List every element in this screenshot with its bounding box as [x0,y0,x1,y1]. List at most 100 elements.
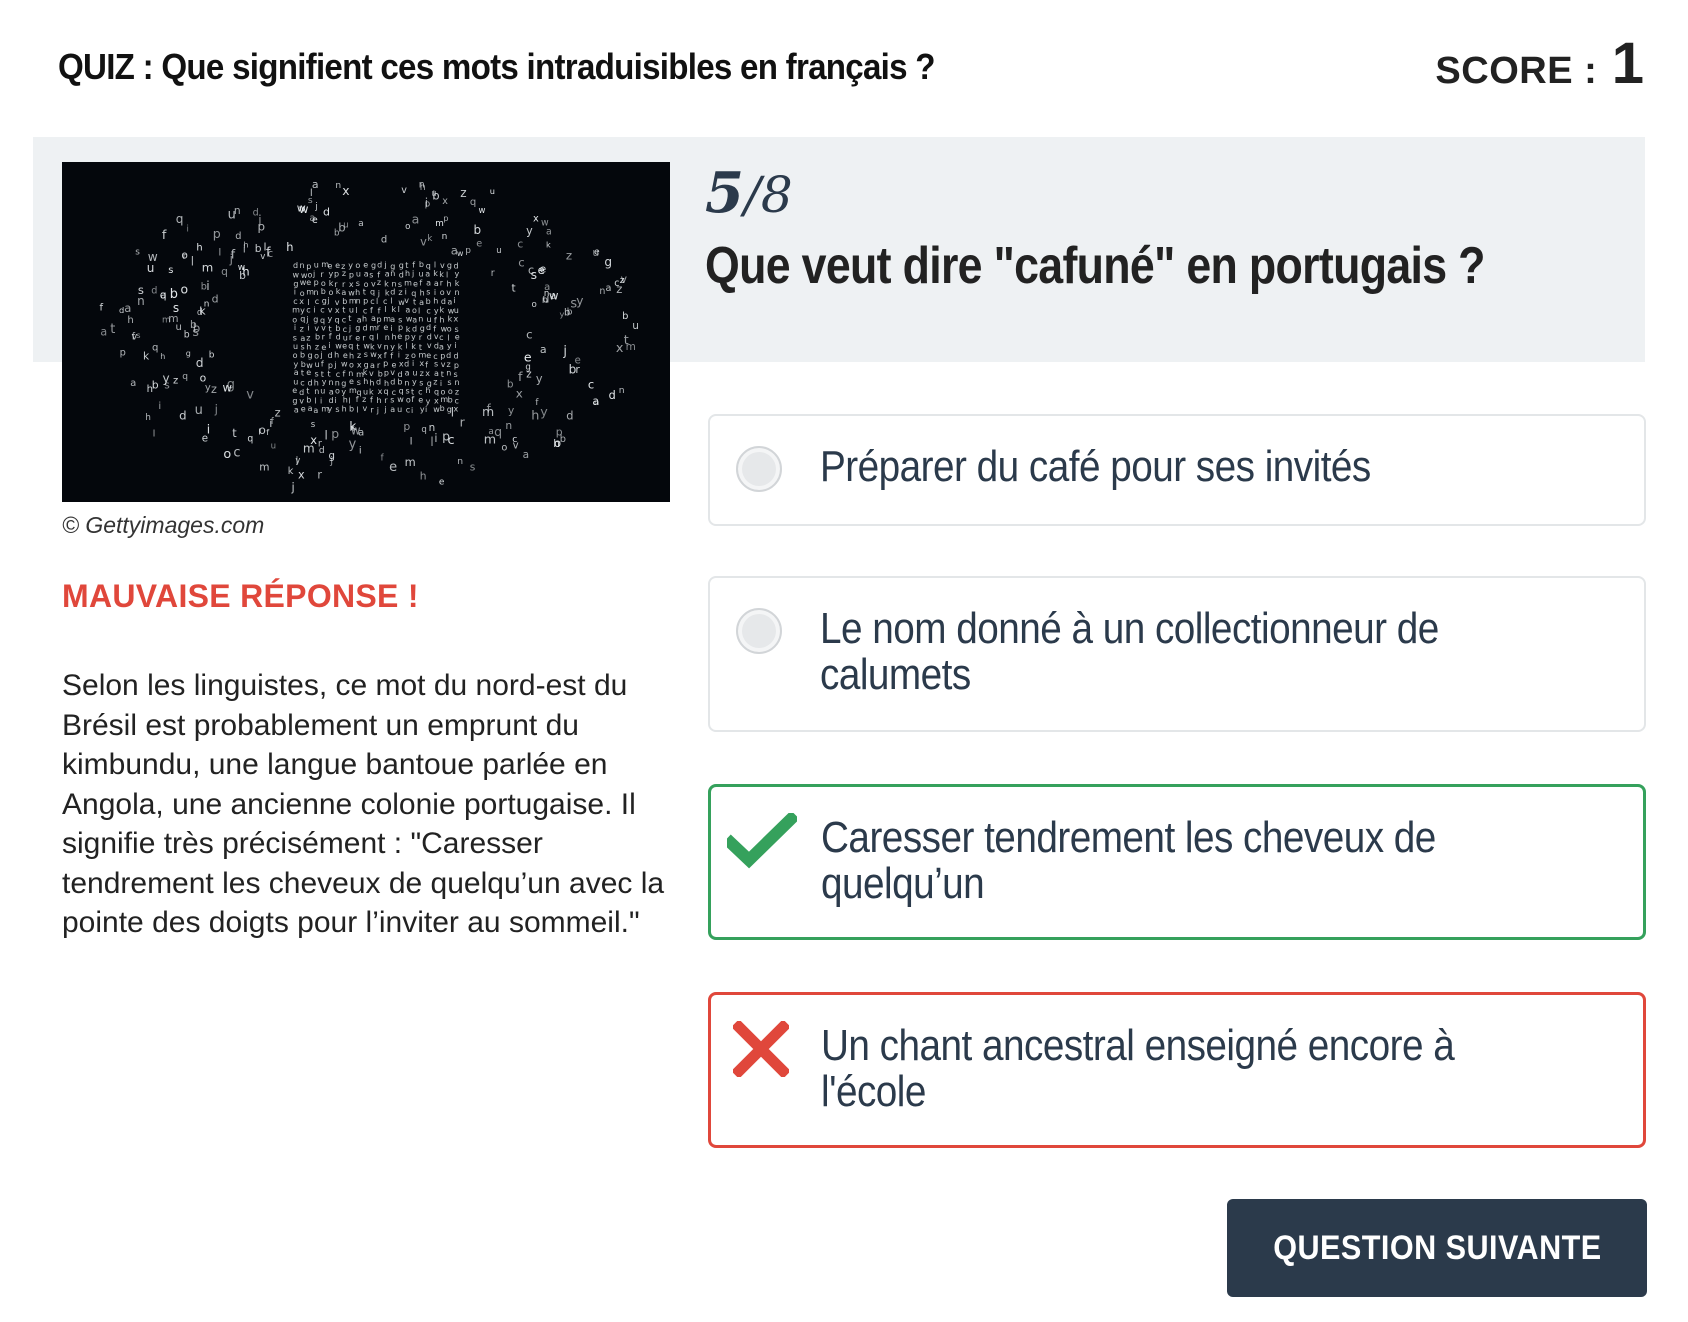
svg-text:c: c [320,306,324,315]
svg-text:i: i [454,296,456,305]
svg-text:p: p [334,270,339,279]
svg-text:v: v [377,341,382,350]
answer-option-3[interactable]: Caresser tendrement les cheveux de quelq… [708,784,1646,940]
svg-text:h: h [420,182,426,193]
svg-text:f: f [356,395,359,404]
svg-text:l: l [153,430,156,440]
answer-option-2[interactable]: Le nom donné à un collectionneur de calu… [708,576,1646,732]
svg-text:b: b [300,351,305,360]
svg-text:e: e [301,404,306,413]
svg-text:p: p [349,271,354,280]
svg-text:b: b [255,242,262,255]
svg-text:a: a [100,326,107,339]
svg-text:n: n [594,397,599,407]
svg-text:x: x [310,433,317,447]
svg-text:x: x [298,468,305,481]
svg-text:p: p [405,333,410,342]
svg-text:f: f [378,306,381,315]
svg-text:g: g [420,324,425,333]
svg-text:p: p [454,361,459,370]
svg-text:s: s [135,247,140,257]
svg-text:h: h [369,379,374,388]
svg-text:p: p [465,246,471,256]
svg-text:e: e [540,263,547,276]
svg-text:t: t [342,306,345,315]
svg-text:g: g [313,315,318,324]
image-credit: © Gettyimages.com [62,512,265,538]
svg-text:m: m [405,455,416,469]
answer-option-1[interactable]: Préparer du café pour ses invités [708,414,1646,526]
svg-text:x: x [425,369,430,378]
svg-text:d: d [196,356,204,370]
svg-text:m: m [259,461,269,473]
svg-text:z: z [275,406,281,420]
svg-text:d: d [253,207,259,218]
svg-text:b: b [448,395,453,404]
svg-text:o: o [412,306,417,315]
svg-text:a: a [606,283,612,294]
svg-text:m: m [419,350,427,359]
svg-text:y: y [322,377,327,386]
svg-text:b: b [419,260,424,269]
svg-text:c: c [426,307,430,316]
svg-text:i: i [308,323,310,332]
svg-text:m: m [404,279,412,288]
svg-text:s: s [406,386,410,395]
svg-text:p: p [384,368,389,377]
svg-text:f: f [412,260,415,269]
svg-text:v: v [441,360,446,369]
svg-text:o: o [440,288,445,297]
question-current: 5 [705,160,744,226]
svg-text:z: z [620,275,625,286]
svg-text:n: n [335,181,341,191]
svg-text:b: b [397,378,402,387]
svg-text:l: l [430,434,434,449]
svg-text:v: v [390,368,395,377]
svg-text:u: u [592,247,599,259]
svg-text:n: n [204,300,210,310]
svg-text:b: b [321,287,326,296]
svg-text:n: n [314,387,319,396]
radio-icon[interactable] [736,446,782,492]
svg-text:b: b [426,297,431,306]
svg-text:i: i [335,396,337,405]
svg-text:z: z [211,383,217,396]
svg-text:d: d [427,332,432,341]
svg-text:a: a [412,211,420,226]
radio-icon[interactable] [736,608,782,654]
score-label: SCORE : [1435,50,1598,92]
svg-text:z: z [433,377,437,386]
answer-option-4[interactable]: Un chant ancestral enseigné encore à l'é… [708,992,1646,1148]
svg-text:q: q [421,425,426,435]
svg-text:t: t [110,322,115,337]
svg-text:e: e [389,460,397,475]
svg-text:i: i [425,405,427,414]
svg-text:h: h [377,396,382,405]
svg-text:b: b [315,333,320,342]
svg-text:v: v [321,324,326,333]
svg-text:r: r [377,361,381,370]
svg-text:k: k [384,279,389,288]
svg-text:u: u [454,306,459,315]
svg-text:i: i [329,341,331,350]
svg-text:p: p [331,426,339,441]
svg-text:n: n [455,378,460,387]
svg-text:u: u [315,360,320,369]
svg-text:v: v [369,369,374,378]
svg-text:m: m [202,261,214,275]
svg-text:e: e [439,478,444,488]
svg-text:h: h [243,240,248,250]
svg-text:e: e [413,279,418,288]
next-question-button[interactable]: QUESTION SUIVANTE [1227,1199,1647,1297]
svg-text:s: s [447,378,451,387]
svg-text:i: i [359,445,362,456]
svg-text:g: g [322,297,327,306]
svg-text:y: y [447,342,452,351]
svg-text:c: c [300,379,304,388]
svg-text:o: o [293,351,298,360]
svg-text:l: l [324,428,328,443]
question-text: Que veut dire "cafuné" en portugais ? [705,237,1486,295]
svg-text:r: r [491,268,495,279]
svg-text:b: b [209,351,215,361]
svg-text:n: n [390,269,395,278]
